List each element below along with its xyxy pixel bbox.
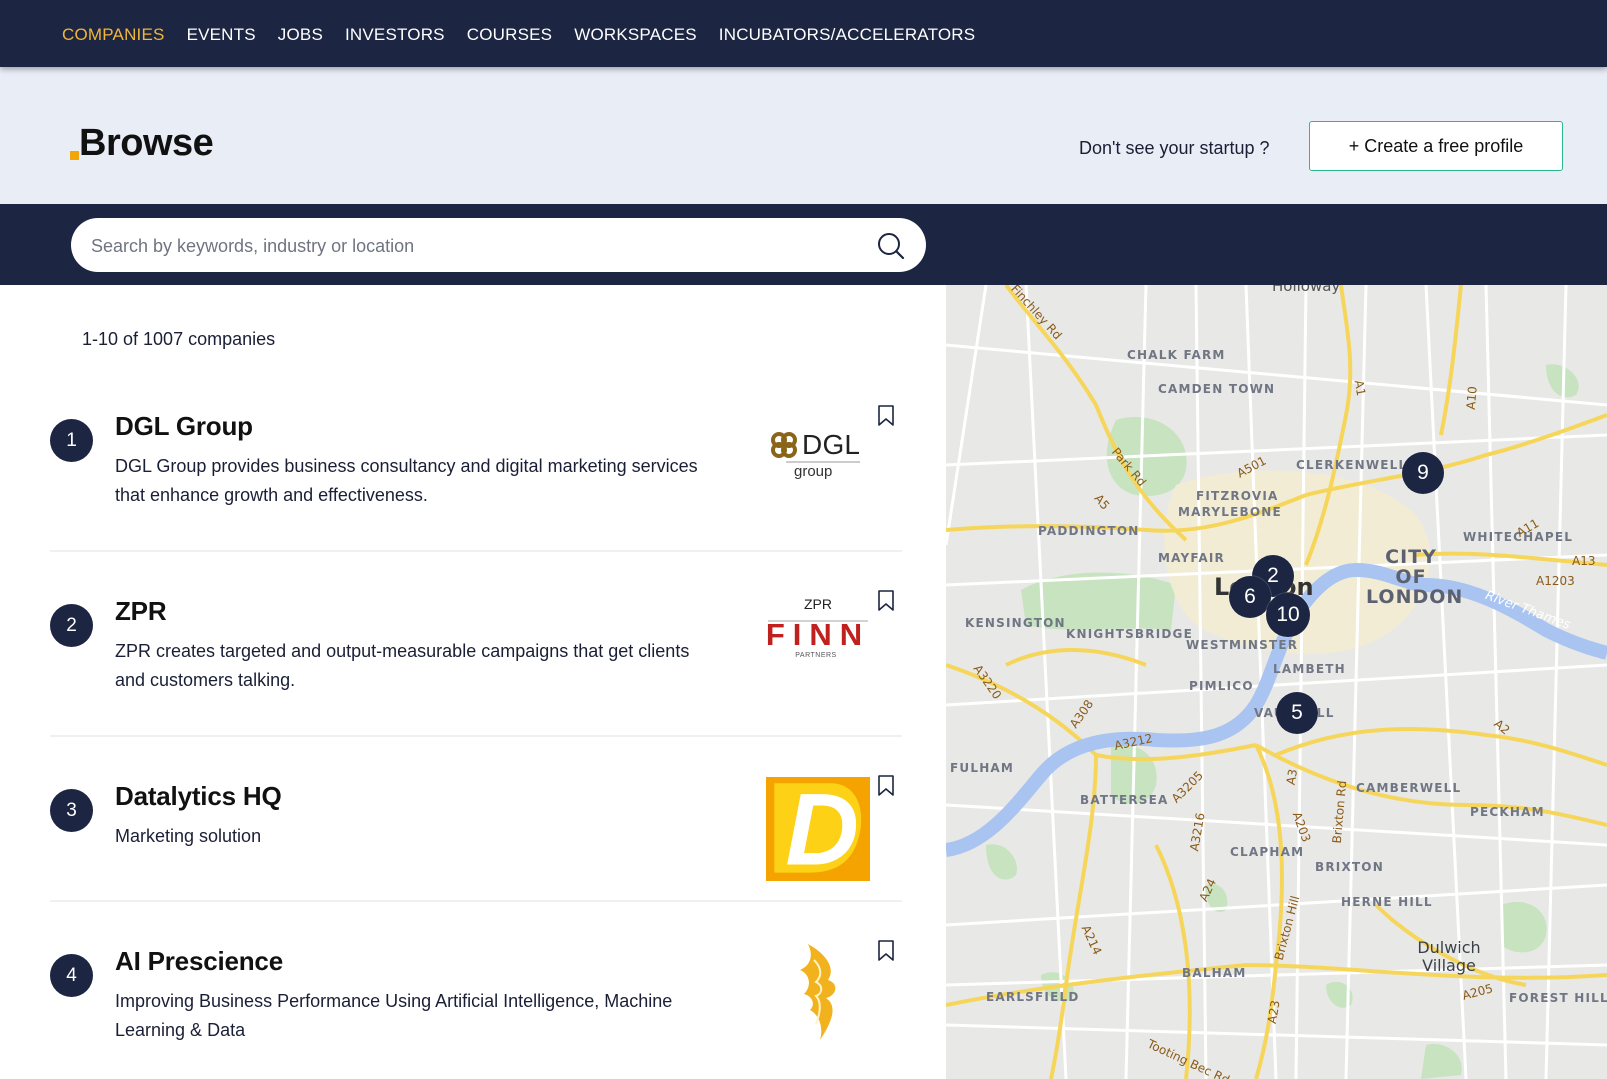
rank-badge: 4 (50, 954, 93, 997)
nav-item-investors[interactable]: INVESTORS (345, 25, 445, 45)
browse-header: Browse Don't see your startup ? + Create… (0, 67, 1607, 204)
results-map[interactable]: Holloway CHALK FARM CAMDEN TOWN CLERKENW… (946, 285, 1607, 1079)
rank-badge: 2 (50, 604, 93, 647)
company-name[interactable]: Datalytics HQ (115, 781, 282, 812)
map-label-herne-hill: HERNE HILL (1341, 895, 1433, 909)
map-label-balham: BALHAM (1182, 966, 1247, 980)
nav-item-jobs[interactable]: JOBS (278, 25, 323, 45)
list-divider (50, 900, 902, 902)
bookmark-icon[interactable] (877, 940, 895, 962)
company-description: Marketing solution (115, 826, 262, 846)
company-description: DGL Group provides business consultancy … (115, 456, 698, 505)
list-divider (50, 550, 902, 552)
map-label-westminster: WESTMINSTER (1186, 638, 1299, 652)
map-label-forest-hill: FOREST HILL (1509, 991, 1607, 1005)
search-input[interactable] (89, 218, 853, 274)
map-label-lambeth: LAMBETH (1273, 662, 1346, 676)
map-background (946, 285, 1607, 1079)
list-divider (50, 735, 902, 737)
map-label-fitzrovia: FITZROVIA (1196, 489, 1279, 503)
nav-item-courses[interactable]: COURSES (467, 25, 552, 45)
dgl-logo-text: DGL (802, 429, 860, 460)
map-label-camden-town: CAMDEN TOWN (1158, 382, 1276, 396)
company-name[interactable]: AI Prescience (115, 946, 283, 977)
zpr-logo-text: ZPR (804, 596, 832, 612)
road-label: A1203 (1536, 574, 1575, 588)
road-label: A13 (1572, 554, 1596, 568)
map-label-marylebone: MARYLEBONE (1178, 505, 1282, 519)
nav-item-workspaces[interactable]: WORKSPACES (574, 25, 697, 45)
results-count: 1-10 of 1007 companies (82, 329, 276, 349)
rank-badge: 3 (50, 789, 93, 832)
nav-item-companies[interactable]: COMPANIES (62, 25, 165, 45)
map-label-chalk-farm: CHALK FARM (1127, 348, 1226, 362)
nav-item-incubators-accelerators[interactable]: INCUBATORS/ACCELERATORS (719, 25, 976, 45)
company-description: ZPR creates targeted and output-measurab… (115, 641, 690, 690)
map-label-dulwich-village: Dulwich Village (1417, 938, 1481, 975)
map-pin[interactable]: 10 (1266, 593, 1310, 637)
map-label-pimlico: PIMLICO (1189, 679, 1254, 693)
map-label-clerkenwell: CLERKENWELL (1296, 458, 1408, 472)
rank-badge: 1 (50, 419, 93, 462)
map-label-kensington: KENSINGTON (965, 616, 1066, 630)
datalytics-logo-letter: D (785, 777, 859, 881)
map-label-peckham: PECKHAM (1470, 805, 1545, 819)
company-name[interactable]: ZPR (115, 596, 167, 627)
map-label-knightsbridge: KNIGHTSBRIDGE (1066, 627, 1193, 641)
map-label-brixton: BRIXTON (1315, 860, 1384, 874)
road-label: A1 (1351, 378, 1369, 398)
road-label: A10 (1463, 385, 1480, 411)
road-label: A3 (1283, 767, 1301, 787)
page-title: Browse (79, 122, 214, 164)
zpr-finn-partners-logo: ZPR FINN PARTNERS (766, 596, 870, 659)
map-pin[interactable]: 5 (1276, 692, 1318, 734)
missing-startup-prompt: Don't see your startup ? (1079, 138, 1270, 158)
nav-item-events[interactable]: EVENTS (187, 25, 256, 45)
create-profile-button[interactable]: + Create a free profile (1309, 121, 1563, 171)
bookmark-icon[interactable] (877, 405, 895, 427)
nav-menu: COMPANIES EVENTS JOBS INVESTORS COURSES … (62, 25, 997, 45)
map-label-clapham: CLAPHAM (1230, 845, 1305, 859)
finn-logo-text: FINN (766, 617, 870, 652)
map-label-camberwell: CAMBERWELL (1356, 781, 1462, 795)
map-label-earlsfield: EARLSFIELD (986, 990, 1080, 1004)
company-name[interactable]: DGL Group (115, 411, 253, 442)
datalytics-d-logo: D (766, 777, 870, 881)
dgl-logo-subtext: group (794, 463, 832, 480)
map-pin[interactable]: 9 (1402, 452, 1444, 494)
search-icon[interactable] (877, 232, 905, 260)
search-bar (0, 204, 1607, 285)
company-description: Improving Business Performance Using Art… (115, 991, 673, 1040)
map-label-paddington: PADDINGTON (1038, 524, 1140, 538)
partners-logo-text: PARTNERS (795, 652, 836, 659)
dgl-group-logo: DGL group (771, 429, 860, 480)
map-label-battersea: BATTERSEA (1080, 793, 1169, 807)
map-label-mayfair: MAYFAIR (1158, 551, 1225, 565)
map-pin[interactable]: 6 (1229, 576, 1271, 618)
ai-prescience-phoenix-logo (800, 944, 836, 1040)
top-navigation: COMPANIES EVENTS JOBS INVESTORS COURSES … (0, 0, 1607, 67)
bookmark-icon[interactable] (877, 775, 895, 797)
map-label-fulham: FULHAM (950, 761, 1015, 775)
search-box (71, 218, 926, 274)
map-label-city-of-london: CITY OF LONDON (1366, 546, 1464, 608)
bookmark-icon[interactable] (877, 590, 895, 612)
map-label-holloway: Holloway (1272, 285, 1341, 295)
